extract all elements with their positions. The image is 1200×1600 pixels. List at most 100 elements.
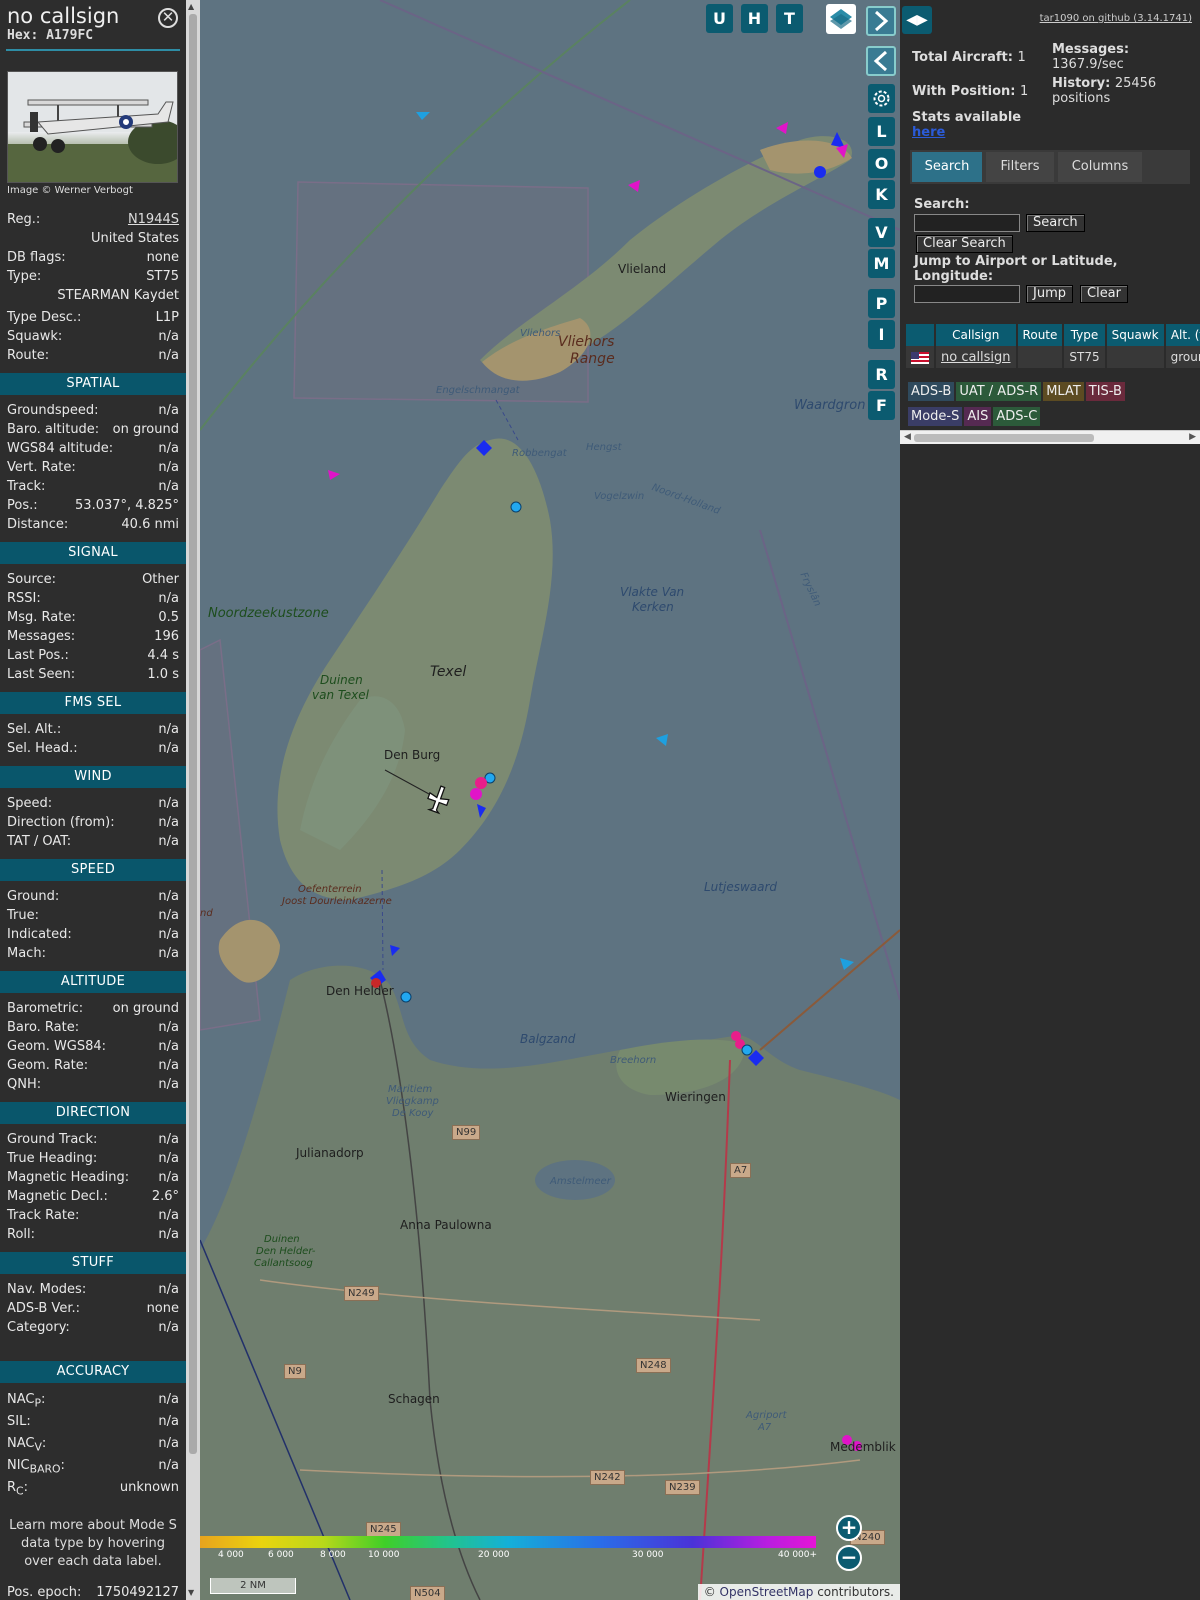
info-row-label: True Heading: [7, 1151, 98, 1166]
scroll-right-icon[interactable]: ▶ [1189, 432, 1196, 442]
selected-callsign: no callsign [7, 4, 120, 28]
road-n239: N239 [665, 1480, 700, 1495]
col-flag[interactable] [906, 324, 936, 346]
info-row: Baro. altitude: on ground [0, 420, 186, 439]
info-row-label: Pos.: [7, 498, 38, 513]
search-button[interactable]: Search [1026, 214, 1085, 232]
tab-filters[interactable]: Filters [986, 152, 1054, 182]
scroll-down-icon[interactable]: ▼ [188, 1588, 194, 1597]
toggle-l-button[interactable]: L [868, 117, 895, 146]
zoom-out-icon[interactable]: − [836, 1545, 862, 1571]
total-aircraft-value: 1 [1017, 50, 1026, 65]
info-row-value: n/a [158, 479, 179, 494]
info-row-value: n/a [158, 460, 179, 475]
info-row-label: Baro. altitude: [7, 422, 100, 437]
osm-link[interactable]: OpenStreetMap [720, 1585, 814, 1599]
table-hscrollbar[interactable]: ◀ ▶ [900, 430, 1200, 444]
settings-button[interactable] [868, 84, 895, 113]
col-type[interactable]: Type [1063, 324, 1107, 346]
label-den-helder: Den Helder [326, 984, 394, 998]
row-callsign[interactable]: no callsign [935, 346, 1018, 368]
toggle-h-button[interactable]: H [741, 4, 768, 33]
info-row: Last Pos.: 4.4 s [0, 646, 186, 665]
aircraft-photo[interactable] [7, 71, 178, 183]
col-squawk[interactable]: Squawk [1105, 324, 1166, 346]
toggle-v-button[interactable]: V [868, 218, 895, 247]
hscroll-thumb[interactable] [914, 434, 1094, 442]
nacv-label: NACV: [7, 1436, 47, 1454]
toggle-t-button[interactable]: T [776, 4, 803, 33]
tab-search[interactable]: Search [912, 152, 982, 182]
info-row-value: n/a [158, 1170, 179, 1185]
info-scrollbar[interactable]: ▲ ▼ [186, 0, 200, 1600]
tab-columns[interactable]: Columns [1058, 152, 1142, 182]
nacv-label-sub: V [34, 1440, 42, 1454]
toggle-k-button[interactable]: K [868, 180, 895, 209]
badge-tisb: TIS-B [1085, 382, 1125, 401]
messages-label: Messages: [1052, 42, 1130, 57]
aircraft-markers[interactable] [200, 0, 900, 1600]
reg-link[interactable]: N1944S [128, 210, 179, 229]
nacp-row: NACP: n/a [0, 1389, 186, 1411]
toggle-u-button[interactable]: U [706, 4, 733, 33]
sil-label: SIL: [7, 1414, 31, 1429]
info-row-label: TAT / OAT: [7, 834, 72, 849]
toggle-i-button[interactable]: I [868, 320, 895, 349]
toggle-m-button[interactable]: M [868, 249, 895, 278]
map-scale: 2 NM [210, 1578, 296, 1594]
toggle-r-button[interactable]: R [868, 360, 895, 389]
info-row-value: n/a [158, 1020, 179, 1035]
altitude-tick-40000: 40 000+ [778, 1550, 818, 1560]
label-duinen-texel-2: van Texel [312, 688, 369, 702]
zoom-in-icon[interactable]: + [836, 1515, 862, 1541]
expand-right-icon[interactable] [866, 6, 896, 36]
collapse-left-icon[interactable] [866, 46, 896, 76]
table-row[interactable]: no callsign ST75 ground [906, 346, 1200, 368]
label-schagen: Schagen [388, 1392, 440, 1406]
scrollbar-thumb[interactable] [189, 14, 197, 1454]
info-row-value: n/a [158, 1227, 179, 1242]
col-callsign[interactable]: Callsign [935, 324, 1018, 346]
jump-input[interactable] [914, 285, 1020, 303]
jump-button[interactable]: Jump [1026, 285, 1073, 303]
messages-rate: Messages: 1367.9/sec [1052, 42, 1129, 72]
search-input[interactable] [914, 214, 1020, 232]
with-position: With Position: 1 [912, 84, 1028, 99]
scroll-up-icon[interactable]: ▲ [188, 2, 194, 11]
source-legend: ADS-B UAT / ADS-R MLAT TIS-B Mode-S AIS ADS-C [908, 380, 1198, 430]
rc-row: RC: unknown [0, 1477, 186, 1499]
close-icon[interactable]: ✕ [158, 8, 178, 28]
github-link[interactable]: tar1090 on github (3.14.1741) [1040, 13, 1192, 24]
info-row-label: Category: [7, 1320, 70, 1335]
scroll-left-icon[interactable]: ◀ [904, 432, 911, 442]
info-row-value: 2.6° [151, 1189, 179, 1204]
reg-label: Reg.: [7, 212, 41, 227]
clear-search-button[interactable]: Clear Search [916, 235, 1013, 253]
typedesc-row: Type Desc.: L1P [0, 308, 186, 327]
layers-button[interactable] [826, 4, 856, 34]
map-canvas[interactable]: Vlieland Vliehors Vliehors Range Waardgr… [200, 0, 900, 1600]
info-row: Mach: n/a [0, 944, 186, 963]
stats-link[interactable]: here [912, 125, 1021, 140]
toggle-sidebar-icon[interactable]: ◀▶ [902, 6, 932, 34]
label-oefenterrein-1: Oefenterrein [298, 884, 362, 895]
info-row-value: none [146, 1301, 179, 1316]
info-row: Pos.: 53.037°, 4.825° [0, 496, 186, 515]
col-altitude[interactable]: Alt. (ft) [1164, 324, 1200, 346]
info-row-label: Magnetic Heading: [7, 1170, 130, 1185]
col-route[interactable]: Route [1016, 324, 1065, 346]
aircraft-info-panel: no callsign Hex: A179FC ✕ Image © Werner… [0, 0, 186, 1600]
label-duinen-dh-2: Den Helder- [256, 1246, 316, 1257]
toggle-f-button[interactable]: F [868, 391, 895, 420]
toggle-p-button[interactable]: P [868, 289, 895, 318]
info-row: Ground: n/a [0, 887, 186, 906]
layers-icon [830, 9, 852, 29]
label-balgzand: Balgzand [520, 1032, 576, 1046]
clear-button[interactable]: Clear [1080, 285, 1128, 303]
info-row-value: 196 [154, 629, 179, 644]
info-row-label: WGS84 altitude: [7, 441, 114, 456]
toggle-o-button[interactable]: O [868, 149, 895, 178]
info-row-value: n/a [158, 1282, 179, 1297]
nicbaro-label-main: NIC [7, 1458, 30, 1473]
label-anna-paulowna: Anna Paulowna [400, 1218, 492, 1232]
